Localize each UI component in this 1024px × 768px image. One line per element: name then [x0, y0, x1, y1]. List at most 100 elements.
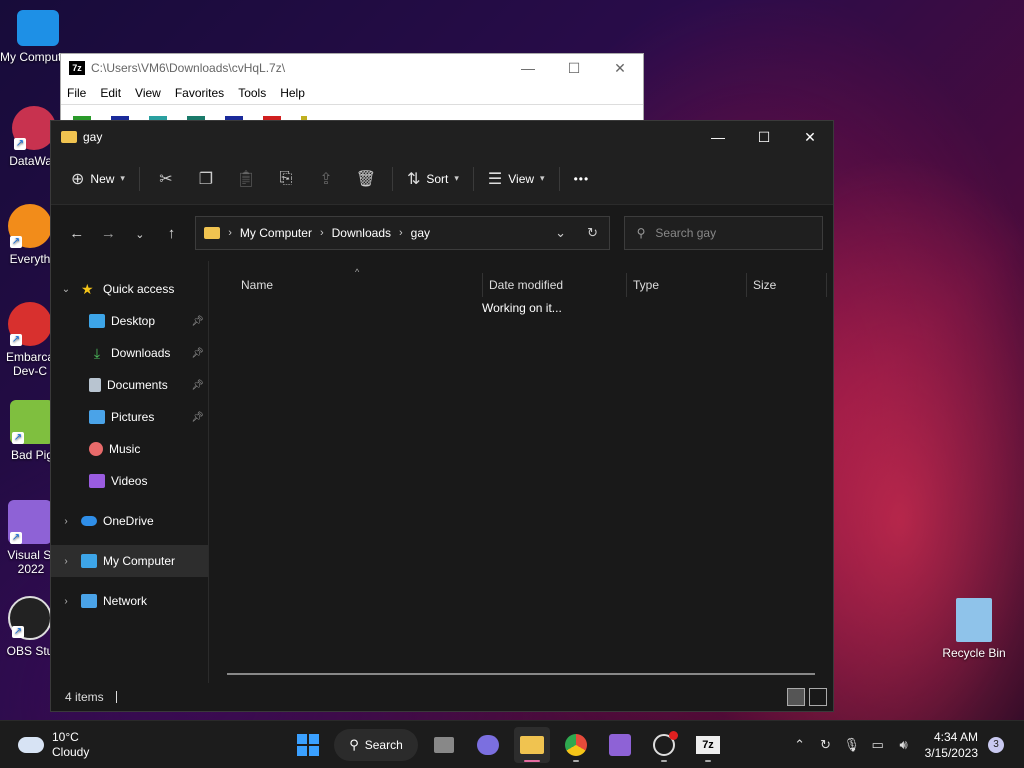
- task-view-button[interactable]: [426, 727, 462, 763]
- chevron-right-icon[interactable]: ›: [59, 596, 73, 607]
- 7zip-window[interactable]: 7z C:\Users\VM6\Downloads\cvHqL.7z\ — ☐ …: [60, 53, 644, 125]
- more-options-button[interactable]: •••: [566, 163, 598, 195]
- bad-piggies-icon: ↗: [10, 400, 54, 444]
- file-explorer-window[interactable]: gay — ☐ ✕ ⊕ New ▾ ✂ ❐ 📋︎ ⎘ ⇪ 🗑︎ ⇅ Sort ▾…: [50, 120, 834, 712]
- folder-icon: [520, 736, 544, 754]
- nav-item-pictures[interactable]: Pictures 📌︎: [51, 401, 208, 433]
- nav-item-videos[interactable]: Videos: [51, 465, 208, 497]
- taskbar-search-label: Search: [364, 738, 403, 752]
- minimize-icon: —: [711, 129, 725, 145]
- column-type[interactable]: Type: [627, 273, 747, 297]
- menu-help[interactable]: Help: [280, 86, 305, 100]
- view-button[interactable]: ☰ View ▾: [480, 163, 553, 195]
- column-name[interactable]: Name: [209, 273, 483, 297]
- maximize-icon[interactable]: ☐: [551, 60, 597, 77]
- address-history-dropdown[interactable]: ⌄: [545, 225, 577, 241]
- close-icon[interactable]: ✕: [597, 60, 643, 77]
- nav-item-downloads[interactable]: ⤓ Downloads 📌︎: [51, 337, 208, 369]
- nav-item-documents[interactable]: Documents 📌︎: [51, 369, 208, 401]
- minimize-button[interactable]: —: [695, 121, 741, 153]
- notification-badge[interactable]: 3: [988, 737, 1004, 753]
- visual-studio-taskbar-button[interactable]: [602, 727, 638, 763]
- breadcrumb-my-computer[interactable]: My Computer: [240, 226, 312, 240]
- recent-locations-button[interactable]: ⌄: [124, 225, 156, 242]
- share-button[interactable]: ⇪: [306, 163, 346, 195]
- file-explorer-taskbar-button[interactable]: [514, 727, 550, 763]
- monitor-icon: [17, 10, 59, 46]
- sort-ascending-icon: ^: [355, 267, 360, 277]
- column-size[interactable]: Size: [747, 273, 827, 297]
- sort-button-label: Sort: [426, 171, 449, 186]
- weather-description: Cloudy: [52, 744, 90, 759]
- scissors-icon: ✂: [159, 170, 173, 188]
- maximize-button[interactable]: ☐: [741, 121, 787, 153]
- nav-quick-access[interactable]: ⌄ ★ Quick access: [51, 273, 208, 305]
- more-icon: •••: [573, 171, 590, 186]
- divider: [138, 166, 140, 191]
- list-view-icon: ☰: [487, 170, 503, 188]
- sync-icon[interactable]: ↻: [813, 737, 839, 753]
- nav-onedrive[interactable]: › OneDrive: [51, 505, 208, 537]
- breadcrumb-gay[interactable]: gay: [411, 226, 430, 240]
- obs-taskbar-button[interactable]: [646, 727, 682, 763]
- volume-icon[interactable]: 🔊︎: [891, 737, 917, 753]
- horizontal-scrollbar[interactable]: [227, 673, 815, 675]
- chevron-down-icon[interactable]: ⌄: [59, 284, 73, 295]
- microphone-icon[interactable]: 🎙︎: [839, 737, 865, 753]
- address-bar[interactable]: › My Computer › Downloads › gay ⌄ ↻: [195, 216, 610, 250]
- network-icon[interactable]: ▭: [865, 737, 891, 753]
- new-button[interactable]: ⊕ New ▾: [63, 163, 133, 195]
- search-icon: ⚲: [636, 226, 646, 240]
- breadcrumb-downloads[interactable]: Downloads: [332, 226, 391, 240]
- refresh-icon[interactable]: ↻: [577, 225, 609, 241]
- menu-favorites[interactable]: Favorites: [175, 86, 224, 100]
- nav-label: Pictures: [111, 410, 155, 424]
- copy-button[interactable]: ❐: [186, 163, 226, 195]
- column-date-modified[interactable]: Date modified: [483, 273, 627, 297]
- chevron-right-icon[interactable]: ›: [59, 516, 73, 527]
- clock[interactable]: 4:34 AM 3/15/2023: [925, 729, 978, 761]
- file-list[interactable]: ^ Name Date modified Type Size Working o…: [209, 261, 833, 683]
- nav-item-music[interactable]: Music: [51, 433, 208, 465]
- menu-edit[interactable]: Edit: [100, 86, 121, 100]
- back-button[interactable]: ←: [61, 225, 93, 242]
- chrome-icon: [565, 734, 587, 756]
- close-button[interactable]: ✕: [787, 121, 833, 153]
- search-input[interactable]: ⚲ Search gay: [623, 216, 824, 250]
- desktop-icon-recycle-bin[interactable]: Recycle Bin: [938, 598, 1010, 660]
- 7zip-menubar: File Edit View Favorites Tools Help: [61, 82, 643, 104]
- nav-item-desktop[interactable]: Desktop 📌︎: [51, 305, 208, 337]
- menu-tools[interactable]: Tools: [238, 86, 266, 100]
- menu-file[interactable]: File: [67, 86, 86, 100]
- teams-chat-button[interactable]: [470, 727, 506, 763]
- cloud-icon: [18, 736, 44, 753]
- forward-button[interactable]: →: [93, 225, 125, 242]
- large-icons-view-button[interactable]: [809, 688, 827, 706]
- running-indicator: [661, 760, 667, 762]
- details-view-button[interactable]: [787, 688, 805, 706]
- nav-my-computer[interactable]: › My Computer: [51, 545, 208, 577]
- paste-button[interactable]: 📋︎: [226, 163, 266, 195]
- chevron-right-icon: ›: [228, 227, 232, 239]
- 7zip-taskbar-button[interactable]: 7z: [690, 727, 726, 763]
- shortcut-arrow-icon: ↗: [14, 138, 26, 150]
- navigation-pane[interactable]: ⌄ ★ Quick access Desktop 📌︎ ⤓ Downloads …: [51, 261, 209, 683]
- minimize-icon[interactable]: —: [505, 60, 551, 77]
- cut-button[interactable]: ✂: [146, 163, 186, 195]
- taskbar-search-button[interactable]: ⚲ Search: [334, 729, 418, 761]
- chrome-taskbar-button[interactable]: [558, 727, 594, 763]
- up-button[interactable]: ↑: [156, 225, 188, 242]
- nav-network[interactable]: › Network: [51, 585, 208, 617]
- menu-view[interactable]: View: [135, 86, 161, 100]
- shortcut-arrow-icon: ↗: [10, 334, 22, 346]
- chevron-right-icon[interactable]: ›: [59, 556, 73, 567]
- sort-button[interactable]: ⇅ Sort ▾: [399, 163, 467, 195]
- chevron-up-icon[interactable]: ⌃: [787, 737, 813, 753]
- start-button[interactable]: [290, 727, 326, 763]
- arrow-left-icon: ←: [69, 224, 85, 242]
- rename-button[interactable]: ⎘: [266, 163, 306, 195]
- delete-button[interactable]: 🗑︎: [346, 163, 386, 195]
- weather-widget[interactable]: 10°C Cloudy: [0, 730, 200, 760]
- column-label: Name: [241, 278, 274, 292]
- active-indicator: [524, 760, 540, 762]
